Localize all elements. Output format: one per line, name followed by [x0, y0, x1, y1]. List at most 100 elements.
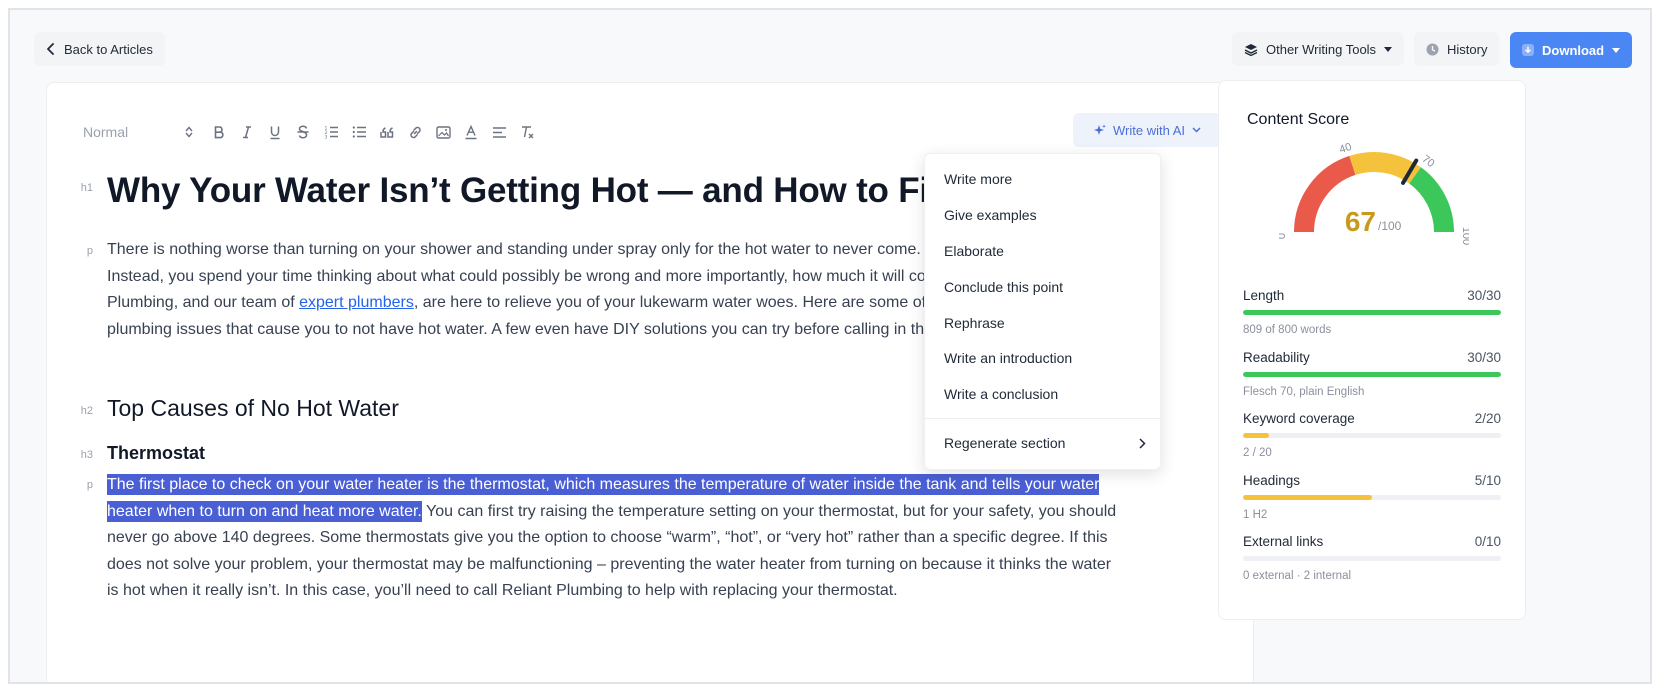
metric-score: 30/30: [1467, 350, 1501, 365]
score-max: /100: [1378, 219, 1402, 233]
layers-icon: [1244, 43, 1258, 56]
chevron-left-icon: [47, 43, 54, 55]
menu-item-write-introduction[interactable]: Write an introduction: [944, 350, 1072, 366]
other-writing-tools-button[interactable]: Other Writing Tools: [1232, 32, 1405, 66]
metric-header: Readability 30/30: [1243, 350, 1501, 365]
metric-headings: Headings 5/10 1 H2: [1243, 473, 1501, 521]
clock-icon: [1426, 43, 1439, 55]
other-writing-tools-label: Other Writing Tools: [1266, 41, 1377, 57]
metric-header: Headings 5/10: [1243, 473, 1501, 488]
gauge-segment-high: [1408, 167, 1454, 233]
metric-length: Length 30/30 809 of 800 words: [1243, 288, 1501, 336]
metric-progress-fill: [1243, 372, 1501, 377]
menu-item-elaborate[interactable]: Elaborate: [944, 243, 1004, 259]
text-format-value: Normal: [83, 124, 129, 140]
bullet-list-icon[interactable]: [345, 121, 373, 143]
write-with-ai-button[interactable]: Write with AI: [1073, 113, 1221, 147]
chevron-down-icon: [1192, 127, 1201, 133]
block-tag-h2: h2: [80, 405, 93, 417]
menu-item-conclude-point[interactable]: Conclude this point: [944, 279, 1063, 295]
select-arrows-icon: [185, 126, 193, 138]
metric-name: Length: [1243, 288, 1285, 303]
metric-header: Length 30/30: [1243, 288, 1501, 303]
metric-score: 0/10: [1474, 534, 1501, 549]
write-with-ai-label: Write with AI: [1112, 122, 1185, 138]
gauge-tick-label: 0: [1279, 233, 1288, 239]
metric-name: Keyword coverage: [1243, 411, 1355, 426]
gauge-segment-mid: [1349, 152, 1421, 184]
download-label: Download: [1542, 42, 1605, 58]
metric-score: 2/20: [1474, 411, 1501, 426]
metric-progress-bar: [1243, 495, 1501, 500]
write-with-ai-menu: Write more Give examples Elaborate Concl…: [924, 153, 1161, 470]
strikethrough-icon[interactable]: [289, 121, 317, 143]
metric-score: 5/10: [1474, 473, 1501, 488]
metric-detail: 0 external · 2 internal: [1243, 570, 1352, 582]
metric-progress-fill: [1243, 495, 1372, 500]
section-heading-h3[interactable]: Thermostat: [107, 443, 205, 464]
menu-item-write-more[interactable]: Write more: [944, 171, 1012, 187]
expert-plumbers-link[interactable]: expert plumbers: [299, 294, 414, 311]
menu-item-write-conclusion[interactable]: Write a conclusion: [944, 386, 1058, 402]
metric-name: Readability: [1243, 350, 1310, 365]
metric-progress-fill: [1243, 433, 1269, 438]
menu-item-rephrase[interactable]: Rephrase: [944, 315, 1005, 331]
download-button[interactable]: Download: [1510, 32, 1633, 68]
link-icon[interactable]: [401, 121, 429, 143]
italic-icon[interactable]: [233, 121, 261, 143]
metric-detail: 2 / 20: [1243, 447, 1272, 459]
svg-text:3: 3: [324, 135, 327, 140]
metric-header: External links 0/10: [1243, 534, 1501, 549]
metric-keyword-coverage: Keyword coverage 2/20 2 / 20: [1243, 411, 1501, 459]
menu-divider: [925, 418, 1160, 419]
content-score-title: Content Score: [1247, 111, 1350, 128]
article-title[interactable]: Why Your Water Isn’t Getting Hot — and H…: [107, 171, 979, 211]
image-icon[interactable]: [429, 121, 457, 143]
quote-icon[interactable]: [373, 121, 401, 143]
back-to-articles-label: Back to Articles: [64, 41, 153, 57]
score-gauge: 0 40 70 100 67 /100: [1279, 141, 1469, 245]
caret-down-icon: [1612, 47, 1621, 53]
history-label: History: [1447, 41, 1488, 57]
text-format-select[interactable]: Normal: [83, 124, 193, 140]
metric-progress-bar: [1243, 310, 1501, 315]
download-icon: [1522, 44, 1534, 56]
metric-progress-fill: [1243, 310, 1501, 315]
block-tag-h3: h3: [80, 449, 93, 461]
ordered-list-icon[interactable]: 123: [317, 121, 345, 143]
score-value: 67: [1345, 206, 1376, 237]
history-button[interactable]: History: [1414, 32, 1500, 66]
menu-item-regenerate-section[interactable]: Regenerate section: [944, 435, 1146, 451]
block-tag-p: p: [86, 479, 93, 491]
metric-name: Headings: [1243, 473, 1301, 488]
gauge-tick-label: 100: [1460, 227, 1469, 245]
block-tag-h1: h1: [80, 182, 93, 194]
gauge-tick-label: 70: [1420, 153, 1437, 170]
back-to-articles-button[interactable]: Back to Articles: [34, 32, 165, 66]
align-icon[interactable]: [485, 121, 513, 143]
metric-readability: Readability 30/30 Flesch 70, plain English: [1243, 350, 1501, 398]
section-heading-h2[interactable]: Top Causes of No Hot Water: [107, 395, 399, 422]
regenerate-section-label: Regenerate section: [944, 435, 1066, 451]
text-color-icon[interactable]: [457, 121, 485, 143]
app-frame: Back to Articles Other Writing Tools His…: [8, 8, 1652, 684]
clear-format-icon[interactable]: [513, 121, 541, 143]
sparkle-icon: [1093, 124, 1106, 135]
block-tag-p: p: [86, 245, 93, 257]
metric-header: Keyword coverage 2/20: [1243, 411, 1501, 426]
metric-external-links: External links 0/10 0 external · 2 interna…: [1243, 534, 1501, 582]
caret-down-icon: [1384, 46, 1393, 52]
metric-detail: 1 H2: [1243, 509, 1268, 521]
thermostat-paragraph[interactable]: The first place to check on your water h…: [107, 472, 1117, 605]
underline-icon[interactable]: [261, 121, 289, 143]
formatting-toolbar: Normal 123: [83, 121, 541, 143]
metric-score: 30/30: [1467, 288, 1501, 303]
metric-detail: Flesch 70, plain English: [1243, 386, 1365, 398]
gauge-tick-label: 40: [1338, 141, 1353, 156]
bold-icon[interactable]: [205, 121, 233, 143]
metric-name: External links: [1243, 534, 1324, 549]
content-score-panel: Content Score 0 40 70 100 67 /100 Length…: [1218, 80, 1526, 620]
menu-item-give-examples[interactable]: Give examples: [944, 207, 1037, 223]
metric-detail: 809 of 800 words: [1243, 324, 1332, 336]
metric-progress-bar: [1243, 433, 1501, 438]
